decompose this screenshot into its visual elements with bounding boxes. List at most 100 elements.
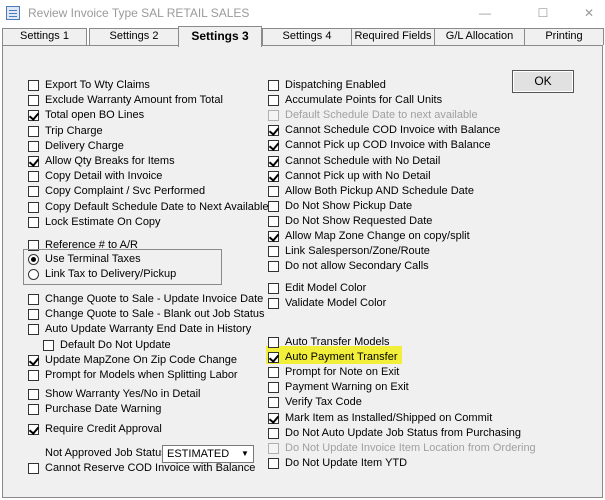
checkbox-show-warranty-yes-no-in-detail[interactable]: Show Warranty Yes/No in Detail	[28, 387, 201, 402]
checkbox-unchecked-icon[interactable]	[28, 201, 39, 213]
checkbox-do-not-show-pickup-date[interactable]: Do Not Show Pickup Date	[268, 199, 412, 214]
radio-link-tax-to-delivery-pickup[interactable]: Link Tax to Delivery/Pickup	[28, 267, 176, 282]
checkbox-prompt-for-note-on-exit[interactable]: Prompt for Note on Exit	[268, 365, 399, 380]
checkbox-checked-icon[interactable]	[268, 155, 279, 167]
checkbox-auto-update-warranty-end-date-in-history[interactable]: Auto Update Warranty End Date in History	[28, 322, 251, 337]
checkbox-checked-icon[interactable]	[268, 231, 279, 242]
minimize-button[interactable]: —	[470, 3, 500, 23]
checkbox-unchecked-icon[interactable]	[268, 80, 279, 91]
checkbox-dispatching-enabled[interactable]: Dispatching Enabled	[268, 78, 386, 93]
checkbox-checked-icon[interactable]	[28, 423, 39, 435]
checkbox-cannot-schedule-with-no-detail[interactable]: Cannot Schedule with No Detail	[268, 154, 440, 169]
checkbox-unchecked-icon[interactable]	[28, 186, 39, 198]
checkbox-checked-icon[interactable]	[268, 170, 279, 182]
checkbox-unchecked-icon[interactable]	[268, 215, 279, 227]
checkbox-prompt-for-models-when-splitting-labor[interactable]: Prompt for Models when Splitting Labor	[28, 368, 238, 383]
checkbox-checked-icon[interactable]	[268, 412, 279, 424]
checkbox-allow-both-pickup-and-schedule-date[interactable]: Allow Both Pickup AND Schedule Date	[268, 184, 474, 199]
radio-button[interactable]	[28, 254, 39, 265]
checkbox-unchecked-icon[interactable]	[28, 140, 39, 152]
checkbox-unchecked-icon[interactable]	[28, 216, 39, 228]
checkbox-allow-qty-breaks-for-items[interactable]: Allow Qty Breaks for Items	[28, 154, 175, 169]
checkbox-copy-complaint-svc-performed[interactable]: Copy Complaint / Svc Performed	[28, 184, 205, 199]
checkbox-total-open-bo-lines[interactable]: Total open BO Lines	[28, 108, 144, 123]
checkbox-checked-icon[interactable]	[268, 352, 279, 364]
checkbox-verify-tax-code[interactable]: Verify Tax Code	[268, 395, 362, 410]
checkbox-unchecked-icon[interactable]	[28, 309, 39, 321]
checkbox-change-quote-to-sale-blank-out-job-status[interactable]: Change Quote to Sale - Blank out Job Sta…	[28, 307, 265, 322]
checkbox-unchecked-icon[interactable]	[268, 246, 279, 258]
tab-settings-4[interactable]: Settings 4	[262, 28, 352, 45]
checkbox-require-credit-approval[interactable]: Require Credit Approval	[28, 422, 162, 437]
checkbox-unchecked-icon[interactable]	[28, 125, 39, 137]
checkbox-unchecked-icon[interactable]	[268, 382, 279, 394]
tab-settings-1[interactable]: Settings 1	[2, 28, 87, 45]
maximize-button[interactable]: ☐	[528, 3, 558, 23]
checkbox-unchecked-icon[interactable]	[268, 367, 279, 379]
ok-button[interactable]: OK	[512, 70, 574, 93]
checkbox-unchecked-icon[interactable]	[268, 200, 279, 212]
checkbox-link-salesperson-zone-route[interactable]: Link Salesperson/Zone/Route	[268, 244, 430, 259]
checkbox-cannot-schedule-cod-invoice-with-balance[interactable]: Cannot Schedule COD Invoice with Balance	[268, 123, 500, 138]
checkbox-accumulate-points-for-call-units[interactable]: Accumulate Points for Call Units	[268, 93, 442, 108]
checkbox-unchecked-icon[interactable]	[28, 80, 39, 91]
checkbox-checked-icon[interactable]	[28, 354, 39, 366]
checkbox-unchecked-icon[interactable]	[268, 283, 279, 294]
checkbox-unchecked-icon[interactable]	[268, 298, 279, 310]
tab-required-fields[interactable]: Required Fields	[351, 28, 435, 45]
checkbox-unchecked-icon[interactable]	[28, 463, 39, 474]
checkbox-allow-map-zone-change-on-copy-split[interactable]: Allow Map Zone Change on copy/split	[268, 229, 470, 244]
checkbox-unchecked-icon[interactable]	[28, 370, 39, 381]
checkbox-unchecked-icon[interactable]	[28, 171, 39, 183]
checkbox-export-to-wty-claims[interactable]: Export To Wty Claims	[28, 78, 150, 93]
close-button[interactable]: ✕	[574, 3, 604, 23]
checkbox-unchecked-icon[interactable]	[43, 339, 54, 351]
checkbox-exclude-warranty-amount-from-total[interactable]: Exclude Warranty Amount from Total	[28, 93, 223, 108]
radio-button[interactable]	[28, 269, 39, 280]
checkbox-auto-transfer-models[interactable]: Auto Transfer Models	[268, 335, 390, 350]
checkbox-checked-icon[interactable]	[28, 156, 39, 167]
checkbox-change-quote-to-sale-update-invoice-date[interactable]: Change Quote to Sale - Update Invoice Da…	[28, 292, 263, 307]
checkbox-do-not-allow-secondary-calls[interactable]: Do not allow Secondary Calls	[268, 259, 429, 274]
checkbox-update-mapzone-on-zip-code-change[interactable]: Update MapZone On Zip Code Change	[28, 353, 237, 368]
checkbox-do-not-update-item-ytd[interactable]: Do Not Update Item YTD	[268, 456, 407, 471]
checkbox-validate-model-color[interactable]: Validate Model Color	[268, 296, 386, 311]
checkbox-copy-detail-with-invoice[interactable]: Copy Detail with Invoice	[28, 169, 162, 184]
checkbox-cannot-pick-up-with-no-detail[interactable]: Cannot Pick up with No Detail	[268, 169, 431, 184]
checkbox-cannot-pick-up-cod-invoice-with-balance[interactable]: Cannot Pick up COD Invoice with Balance	[268, 138, 490, 153]
checkbox-unchecked-icon[interactable]	[268, 427, 279, 439]
tab-settings-3[interactable]: Settings 3	[178, 26, 262, 47]
tab-printing[interactable]: Printing	[524, 28, 604, 45]
checkbox-mark-item-as-installed-shipped-on-commit[interactable]: Mark Item as Installed/Shipped on Commit	[268, 411, 492, 426]
checkbox-cannot-reserve-cod-invoice-with-balance[interactable]: Cannot Reserve COD Invoice with Balance	[28, 461, 255, 476]
checkbox-do-not-show-requested-date[interactable]: Do Not Show Requested Date	[268, 214, 432, 229]
checkbox-default-do-not-update[interactable]: Default Do Not Update	[43, 338, 171, 353]
checkbox-edit-model-color[interactable]: Edit Model Color	[268, 281, 366, 296]
checkbox-unchecked-icon[interactable]	[268, 95, 279, 107]
checkbox-lock-estimate-on-copy[interactable]: Lock Estimate On Copy	[28, 215, 161, 230]
tab-settings-2[interactable]: Settings 2	[89, 28, 179, 45]
checkbox-unchecked-icon[interactable]	[268, 337, 279, 348]
checkbox-trip-charge[interactable]: Trip Charge	[28, 124, 103, 139]
checkbox-unchecked-icon[interactable]	[268, 261, 279, 273]
checkbox-payment-warning-on-exit[interactable]: Payment Warning on Exit	[268, 380, 409, 395]
checkbox-unchecked-icon[interactable]	[28, 95, 39, 107]
checkbox-checked-icon[interactable]	[268, 140, 279, 152]
checkbox-unchecked-icon[interactable]	[28, 324, 39, 336]
checkbox-checked-icon[interactable]	[28, 110, 39, 122]
checkbox-unchecked-icon[interactable]	[268, 185, 279, 197]
checkbox-unchecked-icon[interactable]	[268, 397, 279, 409]
checkbox-checked-icon[interactable]	[268, 125, 279, 137]
radio-use-terminal-taxes[interactable]: Use Terminal Taxes	[28, 252, 141, 267]
checkbox-unchecked-icon[interactable]	[28, 404, 39, 416]
checkbox-do-not-auto-update-job-status-from-purchasing[interactable]: Do Not Auto Update Job Status from Purch…	[268, 426, 521, 441]
checkbox-unchecked-icon[interactable]	[28, 294, 39, 305]
checkbox-copy-default-schedule-date-to-next-available[interactable]: Copy Default Schedule Date to Next Avail…	[28, 200, 269, 215]
checkbox-purchase-date-warning[interactable]: Purchase Date Warning	[28, 402, 161, 417]
chevron-down-icon[interactable]: ▼	[237, 446, 253, 462]
checkbox-unchecked-icon[interactable]	[28, 389, 39, 401]
checkbox-unchecked-icon[interactable]	[268, 457, 279, 469]
checkbox-auto-payment-transfer[interactable]: Auto Payment Transfer	[268, 350, 398, 365]
tab-gl-allocation[interactable]: G/L Allocation	[434, 28, 525, 45]
checkbox-delivery-charge[interactable]: Delivery Charge	[28, 139, 124, 154]
